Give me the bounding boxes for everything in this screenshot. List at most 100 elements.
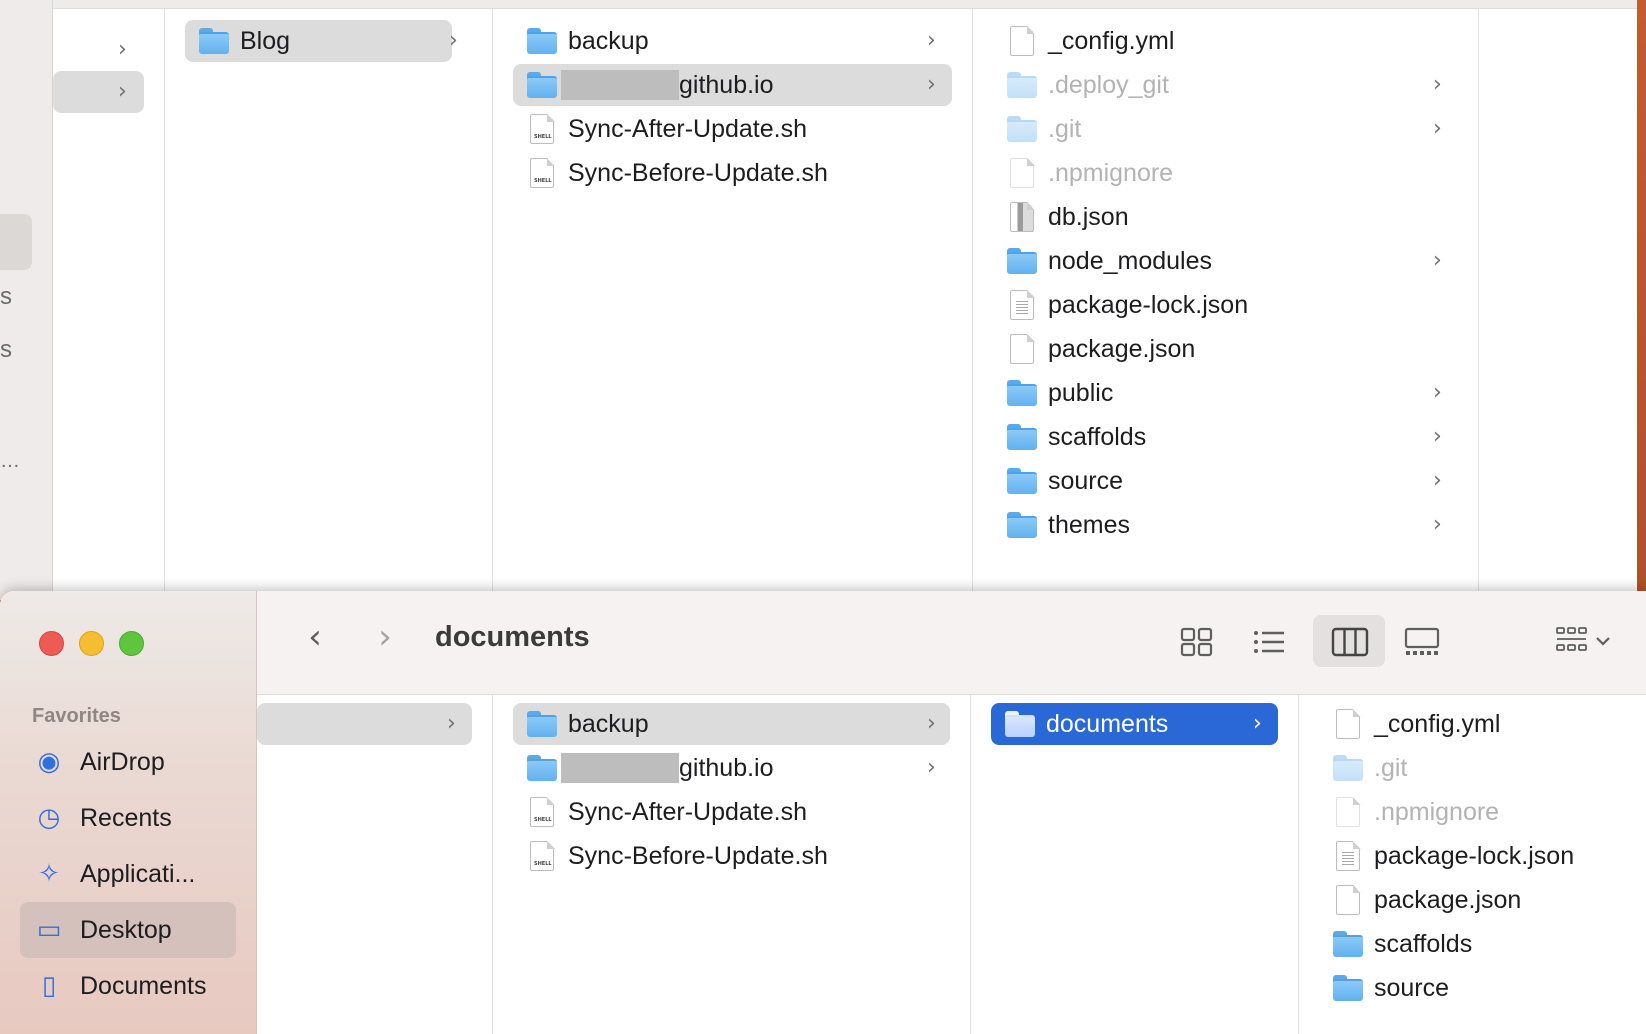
file-item[interactable]: package.json xyxy=(973,328,1478,370)
file-item[interactable]: SHELL Sync-After-Update.sh xyxy=(493,791,970,833)
sidebar-item-recents[interactable]: ◷ Recents xyxy=(20,790,236,846)
toolbar: ‹ › documents xyxy=(257,591,1646,695)
icon-view-button[interactable] xyxy=(1161,615,1233,667)
chevron-right-icon: › xyxy=(1433,380,1442,405)
sidebar-selected-item[interactable] xyxy=(0,214,32,270)
item-label: source xyxy=(1048,467,1124,495)
sidebar-back: s s … xyxy=(0,0,53,600)
sidebar-item-documents[interactable]: ▯ Documents xyxy=(20,958,236,1014)
item-label: documents xyxy=(1046,710,1169,738)
group-by-button[interactable] xyxy=(1537,615,1623,667)
folder-item[interactable]: backup › xyxy=(493,703,970,745)
folder-icon xyxy=(1006,246,1038,276)
shell-script-icon: SHELL xyxy=(526,796,558,827)
shell-script-icon: SHELL xyxy=(526,840,558,871)
file-item[interactable]: SHELL Sync-Before-Update.sh xyxy=(493,835,970,877)
folder-item[interactable]: Blog › xyxy=(165,20,492,62)
item-label: .git xyxy=(1048,115,1082,143)
gallery-view-button[interactable] xyxy=(1385,615,1457,667)
desktop-icon: ▭ xyxy=(36,915,62,945)
file-item[interactable]: db.json xyxy=(973,196,1478,238)
item-label: Blog xyxy=(240,27,291,55)
sidebar-item-applicati[interactable]: ✧ Applicati... xyxy=(20,846,236,902)
database-file-icon xyxy=(1006,201,1038,232)
column-blog-contents: backup › github.io › SHELL Sync-After-Update.… xyxy=(493,9,973,600)
chevron-right-icon: › xyxy=(118,79,127,104)
list-view-button[interactable] xyxy=(1233,615,1305,667)
folder-item[interactable]: scaffolds › xyxy=(973,416,1478,458)
folder-icon xyxy=(1332,929,1364,959)
item-label: package-lock.json xyxy=(1374,842,1575,870)
sidebar-item-desktop[interactable]: ▭ Desktop xyxy=(20,902,236,958)
file-item[interactable]: package-lock.json xyxy=(1299,835,1646,877)
folder-item[interactable]: github.io › xyxy=(493,747,970,789)
folder-item[interactable]: scaffolds xyxy=(1299,923,1646,965)
file-item[interactable]: SHELL Sync-Before-Update.sh xyxy=(493,152,972,194)
file-item[interactable]: SHELL Sync-After-Update.sh xyxy=(493,108,972,150)
column-documents: _config.yml .git .npmignore package-lock.js… xyxy=(1299,695,1646,1034)
close-button[interactable] xyxy=(39,631,64,656)
folder-item[interactable]: .git xyxy=(1299,747,1646,789)
list-item-selected[interactable]: › xyxy=(257,703,492,745)
minimize-button[interactable] xyxy=(79,631,104,656)
file-item[interactable]: .npmignore xyxy=(973,152,1478,194)
text-document-icon xyxy=(1332,840,1364,871)
text-document-icon xyxy=(1006,289,1038,320)
column-backup: documents › xyxy=(971,695,1299,1034)
clock-icon: ◷ xyxy=(37,803,61,833)
folder-item[interactable]: node_modules › xyxy=(973,240,1478,282)
sidebar-item-label: Documents xyxy=(80,972,207,1000)
file-item[interactable]: _config.yml xyxy=(973,20,1478,62)
folder-item[interactable]: themes › xyxy=(973,504,1478,546)
folder-item[interactable]: .git › xyxy=(973,108,1478,150)
sidebar-item-label: Applicati... xyxy=(80,860,196,888)
folder-item[interactable]: github.io › xyxy=(493,64,972,106)
window-top-edge xyxy=(53,0,1637,9)
applications-icon: ✧ xyxy=(38,859,60,889)
chevron-right-icon: › xyxy=(927,755,936,780)
document-icon: ▯ xyxy=(41,971,57,1001)
column-view-button[interactable] xyxy=(1313,615,1385,667)
chevron-right-icon: › xyxy=(927,72,936,97)
document-icon xyxy=(1332,708,1364,739)
file-item[interactable]: package-lock.json xyxy=(973,284,1478,326)
folder-item[interactable]: source xyxy=(1299,967,1646,1009)
gallery-view-icon xyxy=(1404,627,1440,655)
zoom-button[interactable] xyxy=(119,631,144,656)
file-item[interactable]: .npmignore xyxy=(1299,791,1646,833)
item-label: github.io xyxy=(679,71,774,99)
list-item[interactable]: › xyxy=(53,29,164,71)
folder-icon xyxy=(1006,510,1038,540)
folder-icon xyxy=(1006,114,1038,144)
item-label: Sync-After-Update.sh xyxy=(568,115,807,143)
folder-item[interactable]: public › xyxy=(973,372,1478,414)
window-title: documents xyxy=(435,621,590,653)
item-label: _config.yml xyxy=(1048,27,1175,55)
sidebar-item-label: AirDrop xyxy=(80,748,165,776)
file-item[interactable]: _config.yml xyxy=(1299,703,1646,745)
sidebar-item-airdrop[interactable]: ◉ AirDrop xyxy=(20,734,236,790)
sidebar-label-fragment: s xyxy=(0,336,12,363)
finder-window-back: s s … › › Blog › backup › github.io › SHELL Sy… xyxy=(0,0,1637,600)
item-label: themes xyxy=(1048,511,1130,539)
item-label: scaffolds xyxy=(1048,423,1147,451)
folder-icon xyxy=(526,709,558,739)
folder-icon xyxy=(1004,709,1036,739)
item-label: scaffolds xyxy=(1374,930,1473,958)
folder-item[interactable]: documents › xyxy=(971,703,1298,745)
document-icon xyxy=(1332,884,1364,915)
file-item[interactable]: package.json xyxy=(1299,879,1646,921)
forward-button[interactable]: › xyxy=(367,617,403,657)
document-icon xyxy=(1006,25,1038,56)
column-view-icon xyxy=(1331,627,1369,657)
folder-icon xyxy=(526,753,558,783)
chevron-right-icon: › xyxy=(1433,424,1442,449)
back-button[interactable]: ‹ xyxy=(297,617,333,657)
redacted-text xyxy=(561,753,679,783)
list-item-selected[interactable]: › xyxy=(53,71,164,113)
folder-item[interactable]: backup › xyxy=(493,20,972,62)
folder-icon xyxy=(1006,70,1038,100)
folder-item[interactable]: source › xyxy=(973,460,1478,502)
folder-item[interactable]: .deploy_git › xyxy=(973,64,1478,106)
folder-icon xyxy=(526,26,558,56)
